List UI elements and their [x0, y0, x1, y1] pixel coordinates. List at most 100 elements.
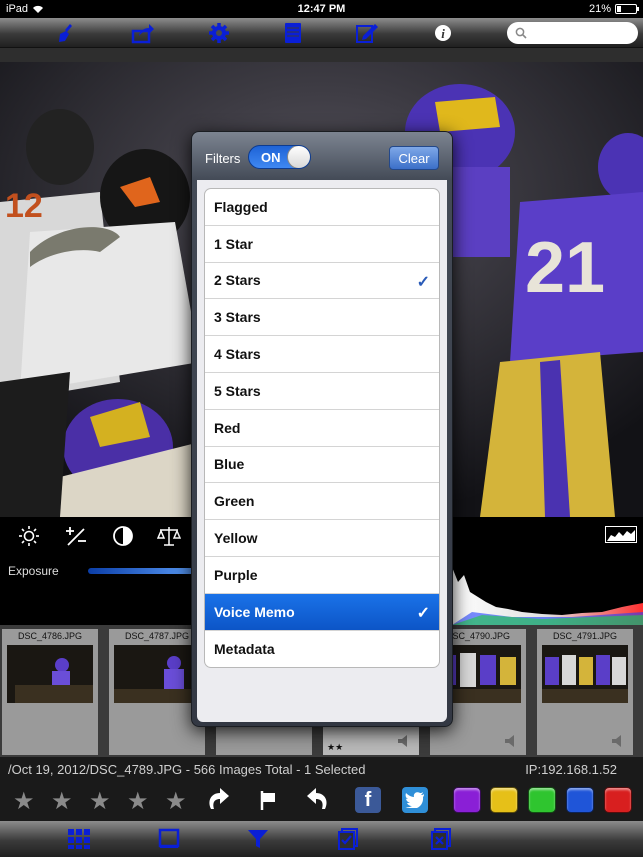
- filter-item-label: Metadata: [214, 640, 275, 657]
- histogram-toggle-icon[interactable]: [605, 526, 637, 543]
- filter-item-label: 5 Stars: [214, 382, 261, 399]
- exposure-compensation-icon[interactable]: [63, 525, 89, 547]
- ip-address: IP:192.168.1.52: [525, 762, 617, 777]
- broom-icon[interactable]: [54, 21, 80, 45]
- wifi-icon: [33, 5, 44, 13]
- search-icon: [515, 27, 527, 39]
- bottom-toolbar: [0, 821, 643, 857]
- purple-label-button[interactable]: [453, 787, 481, 813]
- grid-view-icon[interactable]: [66, 827, 92, 851]
- facebook-label: f: [364, 788, 372, 811]
- filter-item[interactable]: Metadata: [205, 631, 439, 668]
- filters-toggle[interactable]: ON: [248, 145, 311, 169]
- flag-icon[interactable]: [253, 786, 283, 814]
- thumbnail-name: DSC_4786.JPG: [17, 631, 83, 641]
- filter-item-label: Yellow: [214, 530, 258, 547]
- filter-list: Flagged 1 Star 2 Stars ✓ 3 Stars 4 Stars 5 Sta…: [204, 188, 440, 669]
- green-label-button[interactable]: [528, 787, 556, 813]
- thumbnail-name: DSC_4791.JPG: [552, 631, 618, 641]
- filter-item[interactable]: Green: [205, 483, 439, 521]
- blue-label-button[interactable]: [566, 787, 594, 813]
- checkmark-icon: ✓: [416, 604, 430, 622]
- svg-text:i: i: [441, 26, 445, 41]
- yellow-label-button[interactable]: [490, 787, 518, 813]
- facebook-icon[interactable]: f: [355, 787, 381, 813]
- filter-item-label: Voice Memo: [214, 603, 295, 620]
- star-4-button[interactable]: ★: [127, 787, 149, 816]
- star-1-button[interactable]: ★: [13, 787, 35, 816]
- info-bar: /Oct 19, 2012/DSC_4789.JPG - 566 Images …: [0, 757, 643, 781]
- filter-item-label: Purple: [214, 566, 258, 583]
- filter-item-label: Green: [214, 493, 255, 510]
- histogram: [452, 567, 643, 625]
- share-icon[interactable]: [130, 21, 156, 45]
- search-field[interactable]: [507, 22, 638, 44]
- status-bar: iPad 12:47 PM 21%: [0, 0, 643, 18]
- filters-title: Filters: [205, 151, 241, 166]
- battery-percent: 21%: [588, 3, 611, 15]
- filter-item-label: 1 Star: [214, 235, 253, 252]
- thumbnail[interactable]: DSC_4791.JPG: [537, 629, 633, 755]
- twitter-icon[interactable]: [402, 787, 428, 813]
- rotate-left-icon[interactable]: [303, 786, 333, 814]
- info-icon[interactable]: i: [430, 21, 456, 45]
- clock: 12:47 PM: [297, 3, 346, 15]
- voice-memo-icon: [505, 735, 514, 747]
- voice-memo-icon: [398, 735, 407, 747]
- checkmark-icon: ✓: [416, 273, 430, 291]
- edit-icon[interactable]: [354, 21, 380, 45]
- clear-button[interactable]: Clear: [389, 146, 439, 170]
- exposure-label: Exposure: [8, 564, 59, 578]
- white-balance-icon[interactable]: [156, 525, 182, 547]
- toggle-on-label: ON: [261, 150, 281, 165]
- filter-item[interactable]: 4 Stars: [205, 336, 439, 373]
- filter-popover-body: Flagged 1 Star 2 Stars ✓ 3 Stars 4 Stars 5 Sta…: [197, 180, 447, 722]
- thumbnail[interactable]: DSC_4786.JPG: [2, 629, 98, 755]
- filter-item[interactable]: Yellow: [205, 520, 439, 557]
- single-view-icon[interactable]: [156, 827, 182, 851]
- star-3-button[interactable]: ★: [89, 787, 111, 816]
- filter-popover-header: Filters ON Clear: [192, 132, 452, 180]
- document-icon[interactable]: [280, 21, 306, 45]
- device-name: iPad: [6, 3, 29, 15]
- filter-item[interactable]: 1 Star: [205, 226, 439, 263]
- thumbnail-image: [542, 645, 628, 703]
- search-input[interactable]: [527, 26, 627, 40]
- rating-bar: ★ ★ ★ ★ ★ f: [0, 781, 643, 821]
- filter-item-label: Flagged: [214, 198, 268, 215]
- filter-item-label: 4 Stars: [214, 346, 261, 363]
- filter-icon[interactable]: [245, 827, 271, 851]
- gear-icon[interactable]: [206, 21, 232, 45]
- brightness-icon[interactable]: [16, 525, 42, 547]
- filter-item-label: 3 Stars: [214, 309, 261, 326]
- deselect-icon[interactable]: [428, 827, 454, 851]
- star-2-button[interactable]: ★: [51, 787, 73, 816]
- select-all-icon[interactable]: [335, 827, 361, 851]
- filter-popover: Filters ON Clear Flagged 1 Star 2 Stars ✓ 3 …: [191, 131, 453, 727]
- toolbar-spacer: [0, 48, 643, 62]
- contrast-icon[interactable]: [110, 525, 136, 547]
- filter-item[interactable]: Red: [205, 410, 439, 447]
- svg-text:12: 12: [5, 187, 43, 225]
- toggle-knob: [287, 146, 310, 168]
- thumbnail-image: [7, 645, 93, 703]
- svg-text:21: 21: [525, 228, 605, 308]
- thumbnail-stars: ★★: [327, 742, 344, 752]
- rotate-right-icon[interactable]: [203, 786, 233, 814]
- filter-item-label: 2 Stars: [214, 272, 261, 289]
- filter-item[interactable]: Purple: [205, 557, 439, 594]
- top-toolbar: i: [0, 18, 643, 48]
- red-label-button[interactable]: [604, 787, 632, 813]
- image-path-info: /Oct 19, 2012/DSC_4789.JPG - 566 Images …: [8, 762, 366, 777]
- filter-item[interactable]: 5 Stars: [205, 373, 439, 410]
- thumbnail-image: [114, 645, 200, 703]
- exposure-slider[interactable]: [88, 568, 198, 574]
- filter-item[interactable]: Voice Memo ✓: [205, 593, 439, 631]
- filter-item[interactable]: Blue: [205, 447, 439, 484]
- star-5-button[interactable]: ★: [165, 787, 187, 816]
- filter-item[interactable]: Flagged: [205, 189, 439, 226]
- filter-item-label: Red: [214, 419, 241, 436]
- filter-item[interactable]: 3 Stars: [205, 299, 439, 337]
- voice-memo-icon: [612, 735, 621, 747]
- filter-item[interactable]: 2 Stars ✓: [205, 263, 439, 300]
